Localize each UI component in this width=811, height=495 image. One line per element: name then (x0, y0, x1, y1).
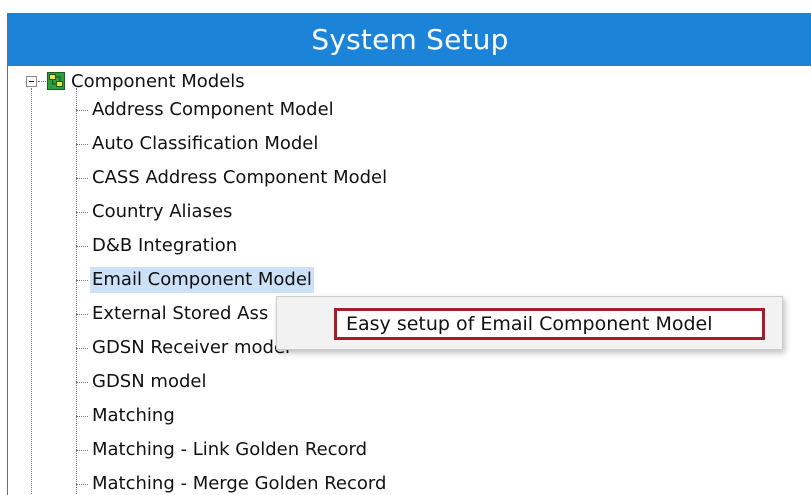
window-title: System Setup (8, 14, 811, 66)
component-tree: Component Models Address Component Model… (8, 66, 811, 495)
tree-item-address-component-model[interactable]: Address Component Model (76, 96, 336, 124)
tree-item-label: Matching - Link Golden Record (92, 439, 368, 460)
tree-item-label: Matching (92, 405, 175, 426)
collapse-icon[interactable] (26, 75, 37, 87)
tree-item-label: Email Component Model (90, 267, 314, 293)
tree-connector (76, 483, 88, 485)
tree-connector (76, 279, 88, 281)
tree-item-label: Country Aliases (92, 201, 233, 222)
tree-item-external-stored-assets[interactable]: External Stored Ass (76, 300, 270, 328)
tree-item-cass-address-component-model[interactable]: CASS Address Component Model (76, 164, 389, 192)
tree-connector (76, 245, 88, 247)
menu-item-easy-setup-email-component-model[interactable]: Easy setup of Email Component Model (334, 308, 765, 340)
tree-root-guide-line (31, 88, 32, 495)
tree-item-label: D&B Integration (92, 235, 238, 256)
tree-item-label: Matching - Merge Golden Record (92, 473, 387, 494)
tree-item-matching-link-golden-record[interactable]: Matching - Link Golden Record (76, 436, 369, 464)
tree-connector (76, 211, 88, 213)
tree-root-component-models[interactable]: Component Models (26, 66, 245, 96)
tree-item-label: External Stored Ass (92, 303, 269, 324)
tree-connector (76, 449, 88, 451)
tree-connector (76, 415, 88, 417)
tree-item-label: CASS Address Component Model (92, 167, 388, 188)
tree-connector (76, 143, 88, 145)
tree-item-dnb-integration[interactable]: D&B Integration (76, 232, 239, 260)
tree-item-label: GDSN Receiver model (92, 337, 291, 358)
tree-item-country-aliases[interactable]: Country Aliases (76, 198, 234, 226)
tree-item-label: Address Component Model (92, 99, 334, 120)
tree-item-label: GDSN model (92, 371, 207, 392)
tree-connector (76, 313, 88, 315)
tree-connector (76, 381, 88, 383)
tree-connector (76, 109, 88, 111)
system-setup-window: System Setup Component Models Address Co… (7, 13, 811, 495)
tree-item-matching[interactable]: Matching (76, 402, 177, 430)
tree-connector (38, 80, 46, 82)
tree-item-gdsn-receiver-model[interactable]: GDSN Receiver model (76, 334, 292, 362)
tree-item-matching-merge-golden-record[interactable]: Matching - Merge Golden Record (76, 470, 388, 495)
tree-item-gdsn-model[interactable]: GDSN model (76, 368, 208, 396)
tree-item-email-component-model[interactable]: Email Component Model (76, 266, 314, 294)
tree-item-auto-classification-model[interactable]: Auto Classification Model (76, 130, 320, 158)
tree-root-label: Component Models (71, 70, 245, 92)
component-models-icon (47, 72, 65, 90)
tree-connector (76, 347, 88, 349)
tree-connector (76, 177, 88, 179)
context-menu: Easy setup of Email Component Model (276, 296, 783, 350)
tree-item-label: Auto Classification Model (92, 133, 319, 154)
